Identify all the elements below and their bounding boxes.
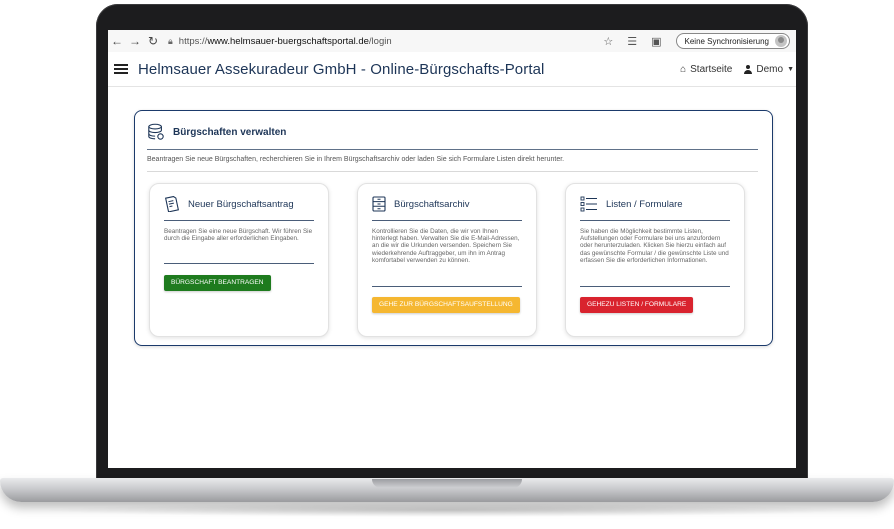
profile-avatar-icon bbox=[775, 35, 787, 47]
card-text: Beantragen Sie eine neue Bürgschaft. Wir… bbox=[164, 228, 313, 243]
home-icon: ⌂ bbox=[680, 63, 687, 75]
card-lists-forms: Listen / Formulare Sie haben die Möglich… bbox=[565, 183, 745, 337]
card-title: Neuer Bürgschaftsantrag bbox=[188, 198, 294, 210]
caret-down-icon: ▼ bbox=[787, 65, 794, 73]
card-title: Bürgschaftsarchiv bbox=[394, 198, 470, 210]
favorite-star-icon[interactable]: ☆ bbox=[603, 35, 613, 48]
card-divider-bottom bbox=[164, 263, 314, 264]
app-header: Helmsauer Assekuradeur GmbH - Online-Bür… bbox=[108, 52, 796, 87]
laptop-opening-notch bbox=[372, 479, 522, 488]
apply-guarantee-button[interactable]: BÜRGSCHAFT BEANTRAGEN bbox=[164, 275, 271, 291]
panel-divider-secondary bbox=[147, 171, 758, 172]
signature-document-icon bbox=[165, 196, 179, 212]
app-title: Helmsauer Assekuradeur GmbH - Online-Bür… bbox=[138, 60, 545, 78]
back-icon[interactable]: ← bbox=[108, 34, 126, 48]
card-divider-bottom bbox=[580, 286, 730, 287]
hamburger-menu-icon[interactable] bbox=[114, 62, 128, 76]
card-text: Kontrollieren Sie die Daten, die wir von… bbox=[372, 228, 520, 264]
browser-toolbar: ← → ↻ 🔒︎ https://www.helmsauer-buergscha… bbox=[108, 30, 796, 53]
user-label: Demo bbox=[756, 63, 784, 75]
url-path: /login bbox=[368, 35, 392, 47]
panel-title: Bürgschaften verwalten bbox=[173, 126, 287, 138]
home-link[interactable]: ⌂ Startseite bbox=[680, 64, 732, 75]
user-icon bbox=[744, 64, 753, 74]
panel-divider bbox=[147, 149, 758, 150]
sync-label: Keine Synchronisierung bbox=[684, 36, 770, 46]
card-divider-bottom bbox=[372, 286, 522, 287]
goto-lists-forms-button[interactable]: GEHEZU LISTEN / FORMULARE bbox=[580, 297, 694, 313]
card-new-application: Neuer Bürgschaftsantrag Beantragen Sie e… bbox=[149, 183, 329, 337]
lock-icon: 🔒︎ bbox=[168, 35, 173, 46]
home-label: Startseite bbox=[690, 63, 733, 75]
goto-archive-button[interactable]: GEHE ZUR BÜRGSCHAFTSAUFSTELLUNG bbox=[372, 297, 520, 313]
card-divider bbox=[372, 220, 522, 221]
favorites-list-icon[interactable]: ☰ bbox=[627, 35, 637, 48]
user-menu[interactable]: Demo ▼ bbox=[744, 64, 794, 75]
url-host: www.helmsauer-buergschaftsportal.de bbox=[207, 35, 369, 47]
panel-description: Beantragen Sie neue Bürgschaften, recher… bbox=[147, 156, 565, 163]
card-archive: Bürgschaftsarchiv Kontrollieren Sie die … bbox=[357, 183, 537, 337]
checklist-icon bbox=[580, 196, 597, 212]
card-divider bbox=[580, 220, 730, 221]
address-bar[interactable]: 🔒︎ https://www.helmsauer-buergschaftspor… bbox=[168, 33, 498, 49]
database-icon bbox=[148, 123, 164, 140]
archive-cabinet-icon bbox=[372, 196, 386, 212]
sync-button[interactable]: Keine Synchronisierung bbox=[675, 33, 790, 49]
card-title: Listen / Formulare bbox=[606, 198, 683, 210]
browser-screen: ← → ↻ 🔒︎ https://www.helmsauer-buergscha… bbox=[108, 30, 796, 468]
collections-icon[interactable]: ▣ bbox=[651, 35, 661, 48]
manage-guarantees-panel: Bürgschaften verwalten Beantragen Sie ne… bbox=[134, 110, 773, 346]
laptop-shadow bbox=[40, 503, 854, 517]
reload-icon[interactable]: ↻ bbox=[144, 34, 162, 48]
forward-icon[interactable]: → bbox=[126, 34, 144, 48]
card-text: Sie haben die Möglichkeit bestimmte List… bbox=[580, 228, 729, 264]
url-prefix: https:// bbox=[178, 35, 208, 47]
card-divider bbox=[164, 220, 314, 221]
